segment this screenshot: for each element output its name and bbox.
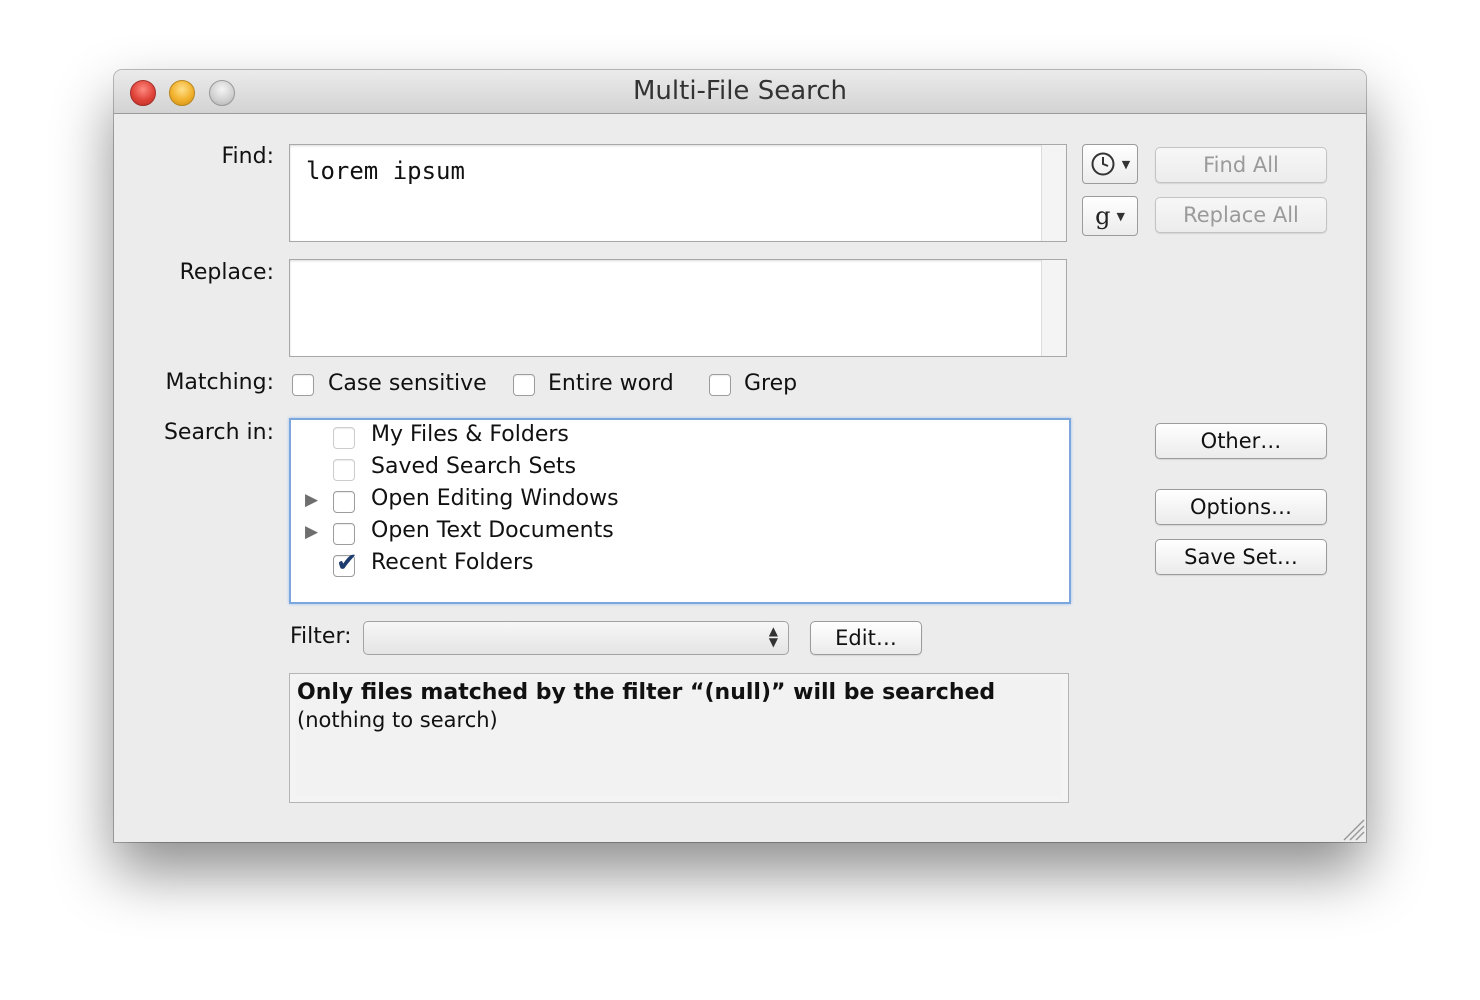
list-item-label: Open Editing Windows [371,486,619,511]
grep-icon: g [1095,202,1111,230]
chevron-down-icon: ▼ [1116,209,1125,223]
window-title: Multi-File Search [632,76,848,106]
save-set-button[interactable]: Save Set… [1155,539,1327,575]
list-item[interactable]: My Files & Folders [291,422,1069,454]
saved-search-sets-checkbox[interactable] [333,459,355,481]
matching-label: Matching: [165,370,274,395]
grep-checkbox[interactable] [709,374,731,396]
other-button[interactable]: Other… [1155,423,1327,459]
multi-file-search-window: Multi-File Search Find: lorem ipsum ▼ g … [114,70,1366,842]
grep-pattern-popup[interactable]: g ▼ [1082,196,1138,236]
search-history-popup[interactable]: ▼ [1082,144,1138,184]
case-sensitive-checkbox[interactable] [292,374,314,396]
list-item-label: Saved Search Sets [371,454,577,479]
edit-filter-button[interactable]: Edit… [810,621,922,655]
select-arrows-icon: ▲ ▼ [768,624,778,649]
open-text-documents-checkbox[interactable] [333,523,355,545]
filter-label: Filter: [290,624,352,649]
filter-summary-title: Only files matched by the filter “(null)… [297,680,996,705]
list-item[interactable]: ✔ Recent Folders [291,548,1069,582]
search-in-list[interactable]: My Files & Folders Saved Search Sets ▶ O… [289,418,1071,604]
search-in-label: Search in: [163,420,274,445]
my-files-checkbox[interactable] [333,427,355,449]
list-item[interactable]: ▶ Open Text Documents [291,518,1069,550]
replace-field-scrollbar[interactable] [1041,260,1066,356]
find-all-button[interactable]: Find All [1155,147,1327,183]
filter-summary-box: Only files matched by the filter “(null)… [289,673,1069,803]
clock-icon [1091,152,1115,176]
disclosure-triangle-icon[interactable]: ▶ [305,522,318,542]
replace-all-button[interactable]: Replace All [1155,197,1327,233]
list-item[interactable]: ▶ Open Editing Windows [291,486,1069,518]
grep-label: Grep [744,371,798,396]
open-editing-windows-checkbox[interactable] [333,491,355,513]
find-field-value: lorem ipsum [306,157,465,185]
replace-label: Replace: [179,260,274,285]
resize-grip-icon[interactable] [1338,814,1366,842]
entire-word-checkbox[interactable] [513,374,535,396]
list-item-label: Recent Folders [371,550,534,575]
checkmark-icon: ✔ [336,548,358,578]
list-item[interactable]: Saved Search Sets [291,454,1069,486]
case-sensitive-label: Case sensitive [328,371,487,396]
title-bar[interactable]: Multi-File Search [114,70,1366,114]
options-button[interactable]: Options… [1155,489,1327,525]
list-item-label: My Files & Folders [371,422,569,447]
find-label: Find: [221,144,275,169]
find-field[interactable]: lorem ipsum [289,144,1067,242]
chevron-down-icon: ▼ [1121,157,1131,171]
list-item-label: Open Text Documents [371,518,614,543]
filter-summary-detail: (nothing to search) [297,708,498,732]
filter-select[interactable]: ▲ ▼ [363,621,789,655]
entire-word-label: Entire word [548,371,674,396]
replace-field[interactable] [289,259,1067,357]
disclosure-triangle-icon[interactable]: ▶ [305,490,318,510]
find-field-scrollbar[interactable] [1041,145,1066,241]
recent-folders-checkbox[interactable]: ✔ [333,548,358,578]
